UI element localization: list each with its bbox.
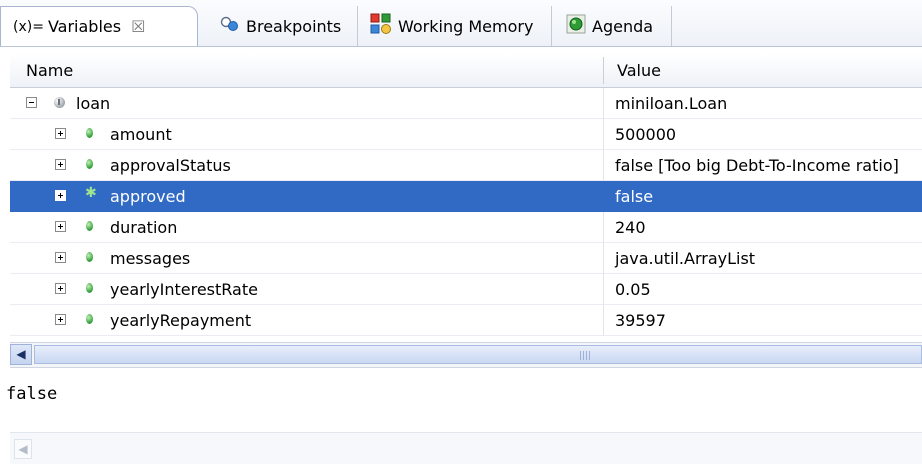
table-row[interactable]: approvalStatus false [Too big Debt-To-In… <box>10 150 922 181</box>
row-name: loan <box>76 94 111 113</box>
expand-toggle-icon[interactable] <box>55 159 66 170</box>
collapse-toggle-icon[interactable] <box>26 97 37 108</box>
table-row[interactable]: loan miniloan.Loan <box>10 88 922 119</box>
tab-variables[interactable]: (x)= Variables ☒ <box>0 6 198 46</box>
tab-agenda-label: Agenda <box>592 16 654 36</box>
row-value: false <box>615 187 654 206</box>
table-row[interactable]: duration 240 <box>10 212 922 243</box>
table-header: Name Value <box>10 54 922 88</box>
row-name: amount <box>110 125 172 144</box>
working-memory-icon <box>370 13 392 39</box>
row-name: yearlyRepayment <box>110 311 252 330</box>
expand-toggle-icon[interactable] <box>55 221 66 232</box>
row-value: 39597 <box>615 311 666 330</box>
row-value: false [Too big Debt-To-Income ratio] <box>615 156 899 175</box>
expand-toggle-icon[interactable] <box>55 190 66 201</box>
table-row[interactable]: yearlyInterestRate 0.05 <box>10 274 922 305</box>
horizontal-scrollbar[interactable]: ◀ |||| <box>10 342 922 368</box>
expand-toggle-icon[interactable] <box>55 252 66 263</box>
field-icon <box>86 252 93 262</box>
row-name: approvalStatus <box>110 156 231 175</box>
detail-pane: false <box>0 368 922 431</box>
table-row-selected[interactable]: ✱ approved false <box>10 181 922 212</box>
tab-working-memory[interactable]: Working Memory <box>360 6 552 46</box>
field-icon <box>86 283 93 293</box>
breakpoints-icon <box>220 16 240 36</box>
scroll-left-icon[interactable]: ◀ <box>14 439 32 459</box>
expand-toggle-icon[interactable] <box>55 283 66 294</box>
field-icon <box>86 221 93 231</box>
table-row[interactable]: yearlyRepayment 39597 <box>10 305 922 336</box>
row-value: java.util.ArrayList <box>615 249 756 268</box>
detail-value-text[interactable]: false <box>6 384 57 404</box>
view-tab-bar: (x)= Variables ☒ Breakpoints Working Mem… <box>0 0 922 47</box>
column-divider[interactable] <box>603 57 604 84</box>
expand-toggle-icon[interactable] <box>55 128 66 139</box>
row-name: approved <box>110 187 186 206</box>
table-row[interactable]: amount 500000 <box>10 119 922 150</box>
expand-toggle-icon[interactable] <box>55 314 66 325</box>
tab-agenda[interactable]: Agenda <box>556 6 672 46</box>
grip-icon: |||| <box>579 351 592 361</box>
agenda-icon <box>566 14 586 38</box>
column-header-value[interactable]: Value <box>617 61 661 80</box>
variables-icon: (x)= <box>13 18 44 35</box>
tab-breakpoints[interactable]: Breakpoints <box>210 6 358 46</box>
row-value: 240 <box>615 218 646 237</box>
row-value: 0.05 <box>615 280 651 299</box>
field-icon <box>86 314 93 324</box>
close-icon[interactable]: ☒ <box>131 17 145 36</box>
row-name: messages <box>110 249 191 268</box>
field-icon <box>86 128 93 138</box>
detail-horizontal-scrollbar[interactable]: ◀ <box>10 432 922 464</box>
tab-working-memory-label: Working Memory <box>398 16 534 36</box>
tab-breakpoints-label: Breakpoints <box>246 16 342 36</box>
row-name: yearlyInterestRate <box>110 280 258 299</box>
scroll-left-icon[interactable]: ◀ <box>10 344 32 365</box>
row-value: miniloan.Loan <box>615 94 728 113</box>
column-header-name[interactable]: Name <box>26 61 73 80</box>
object-icon <box>54 97 65 108</box>
tab-variables-label: Variables <box>47 17 122 36</box>
row-name: duration <box>110 218 178 237</box>
table-row[interactable]: messages java.util.ArrayList <box>10 243 922 274</box>
field-changed-icon: ✱ <box>85 185 97 201</box>
row-value: 500000 <box>615 125 677 144</box>
field-icon <box>86 159 93 169</box>
scrollbar-thumb[interactable]: |||| <box>34 345 922 364</box>
